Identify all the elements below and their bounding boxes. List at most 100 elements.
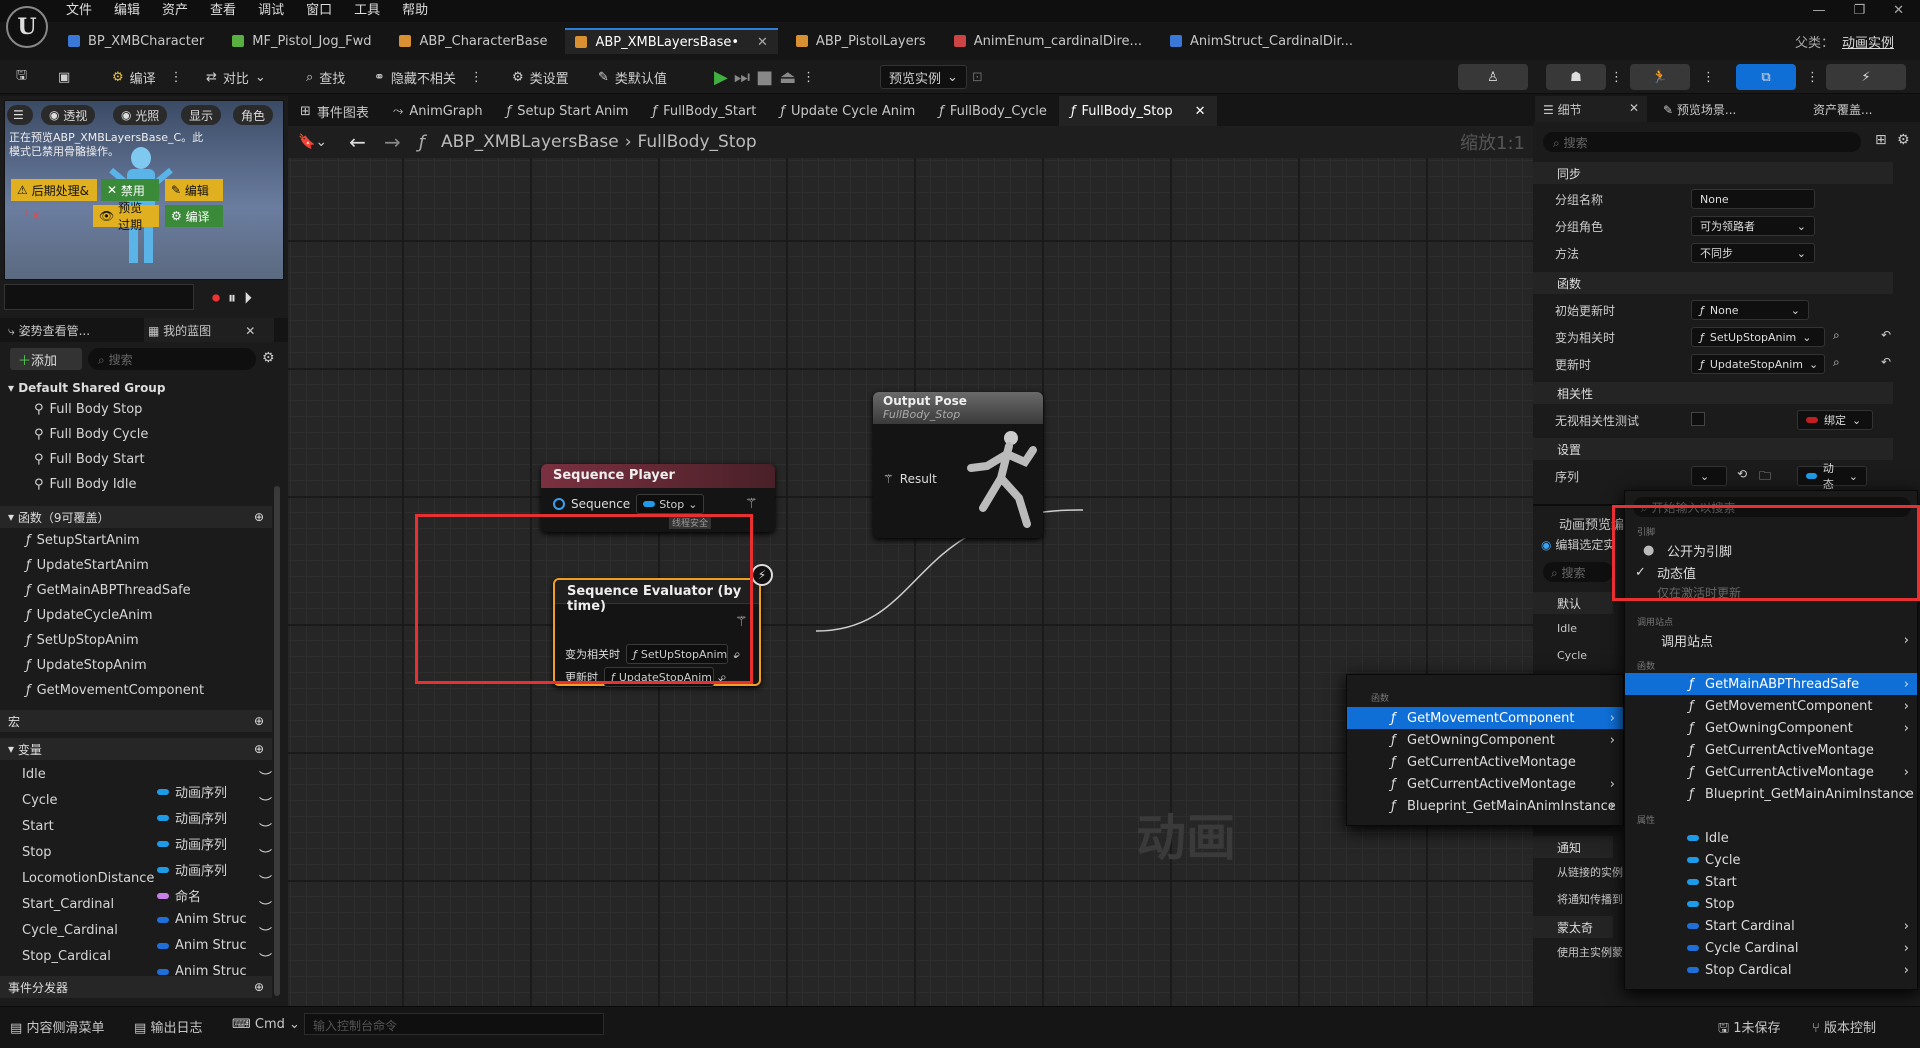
visibility-eye-icon[interactable]: ︶ bbox=[259, 793, 272, 812]
menu-item-getcurrentactivemontage[interactable]: ƒ GetCurrentActiveMontage bbox=[1347, 751, 1623, 773]
become-relevant-dropdown[interactable]: ƒ SetUpStopAnim ⌄ bbox=[1691, 327, 1825, 347]
variables-header[interactable]: ▾ 变量 ⊕ bbox=[0, 738, 272, 760]
variable-row[interactable]: Start 动画序列 ︶ bbox=[22, 819, 272, 853]
menu-file[interactable]: 文件 bbox=[66, 0, 92, 22]
add-macro-icon[interactable]: ⊕ bbox=[254, 714, 264, 728]
tab-update-cycle-anim[interactable]: ƒ Update Cycle Anim bbox=[768, 96, 927, 126]
find-button[interactable]: ⌕ 查找 bbox=[306, 65, 345, 89]
menu-debug[interactable]: 调试 bbox=[258, 0, 284, 22]
back-arrow-icon[interactable]: ← bbox=[349, 130, 366, 154]
add-dispatcher-icon[interactable]: ⊕ bbox=[254, 980, 264, 994]
function-item[interactable]: ƒ UpdateStopAnim bbox=[26, 658, 147, 673]
perspective-button[interactable]: ◉ 透视 bbox=[41, 105, 96, 125]
breadcrumb-root[interactable]: ABP_XMBLayersBase bbox=[441, 132, 619, 152]
timeline-bar[interactable] bbox=[4, 284, 194, 310]
unsaved-indicator[interactable]: 🖫 1未保存 bbox=[1718, 1017, 1781, 1041]
sequence-dropdown[interactable]: Stop ⌄ bbox=[636, 494, 705, 514]
pose-pin-icon[interactable]: ⚚ bbox=[745, 496, 758, 512]
variable-row[interactable]: Cycle_Cardinal Anim Struc ︶ bbox=[22, 923, 272, 953]
cmd-dropdown[interactable]: ⌨ Cmd ⌄ bbox=[232, 1017, 300, 1032]
menu-item-prop[interactable]: Idle bbox=[1625, 827, 1917, 849]
category-sync[interactable]: 同步 bbox=[1533, 162, 1893, 184]
tab-animgraph[interactable]: ⤳ AnimGraph bbox=[381, 96, 495, 126]
function-item[interactable]: ƒ UpdateCycleAnim bbox=[26, 608, 153, 623]
visibility-eye-icon[interactable]: ︶ bbox=[259, 897, 272, 916]
category-relevance[interactable]: 相关性 bbox=[1533, 382, 1893, 404]
function-item[interactable]: ƒ UpdateStartAnim bbox=[26, 558, 149, 573]
output-pose-node[interactable]: Output Pose FullBody_Stop ⚚ Result bbox=[873, 392, 1043, 538]
graph-item[interactable]: ⚲ Full Body Cycle bbox=[34, 427, 148, 442]
call-site-item[interactable]: 调用站点 › bbox=[1625, 629, 1917, 651]
step-forward-icon[interactable]: ⏵ bbox=[244, 288, 252, 308]
viewport-compile-button[interactable]: ⚙ 编译 bbox=[165, 205, 223, 227]
menu-item-getcurrentactivemontage[interactable]: ƒ GetCurrentActiveMontage › bbox=[1347, 773, 1623, 795]
save-icon[interactable]: 🖫 bbox=[16, 65, 27, 89]
diff-button[interactable]: ⇄ 对比 ⌄ bbox=[206, 65, 266, 89]
menu-item-getmovementcomponent[interactable]: ƒ GetMovementComponent › bbox=[1347, 707, 1623, 729]
close-icon[interactable]: ✕ bbox=[1893, 0, 1904, 22]
menu-item-getowningcomponent[interactable]: ƒ GetOwningComponent › bbox=[1625, 717, 1917, 739]
reset-arrow-icon[interactable]: ↶ bbox=[1881, 328, 1891, 342]
visibility-eye-icon[interactable]: ︶ bbox=[259, 871, 272, 890]
graph-item[interactable]: ⚲ Full Body Stop bbox=[34, 402, 142, 417]
preview-viewport[interactable]: ☰ ◉ 透视 ◉ 光照 显示 角色 正在预览ABP_XMBLayersBase_… bbox=[4, 100, 284, 280]
menu-asset[interactable]: 资产 bbox=[162, 0, 188, 22]
tab-abp-pistollayers[interactable]: ABP_PistolLayers bbox=[786, 28, 936, 54]
ignore-relevance-checkbox[interactable] bbox=[1691, 412, 1705, 426]
sequence-pin[interactable]: Sequence Stop ⌄ bbox=[553, 494, 705, 514]
physics-mode-button[interactable]: ⚡ bbox=[1826, 64, 1906, 90]
variable-row[interactable]: Idle 动画序列 ︶ bbox=[22, 767, 272, 801]
update-dropdown[interactable]: ƒ UpdateStopAnim ⌄ bbox=[1691, 354, 1825, 374]
menu-item-prop[interactable]: Start bbox=[1625, 871, 1917, 893]
preview-instance-dropdown[interactable]: 预览实例 ⌄ bbox=[880, 65, 967, 89]
character-button[interactable]: 角色 bbox=[233, 105, 274, 125]
disable-button[interactable]: ✕ 禁用 bbox=[101, 179, 159, 201]
settings-icon[interactable]: ⚙ bbox=[262, 350, 275, 366]
visibility-eye-icon[interactable]: ︶ bbox=[259, 819, 272, 838]
add-function-icon[interactable]: ⊕ bbox=[254, 510, 264, 524]
edit-button[interactable]: ✎ 编辑 bbox=[165, 179, 223, 201]
category-functions[interactable]: 函数 bbox=[1533, 272, 1893, 294]
variable-row[interactable]: Stop 动画序列 ︶ bbox=[22, 845, 272, 879]
output-log-button[interactable]: ▤ 输出日志 bbox=[134, 1017, 202, 1036]
variable-row[interactable]: LocomotionDistance 命名 ︶ bbox=[22, 871, 272, 905]
menu-item-getcurrentactivemontage[interactable]: ƒ GetCurrentActiveMontage bbox=[1625, 739, 1917, 761]
event-dispatchers-header[interactable]: 事件分发器 ⊕ bbox=[0, 976, 272, 998]
sync-role-dropdown[interactable]: 可为领路者 ⌄ bbox=[1691, 216, 1815, 236]
details-search-input[interactable]: ⌕ 搜索 bbox=[1543, 132, 1861, 152]
variable-row[interactable]: Cycle 动画序列 ︶ bbox=[22, 793, 272, 827]
function-item[interactable]: ƒ GetMovementComponent bbox=[26, 683, 204, 698]
tab-preview-scene[interactable]: ✎ 预览场景... bbox=[1663, 101, 1736, 118]
tab-mf-pistol-jog[interactable]: MF_Pistol_Jog_Fwd bbox=[222, 28, 381, 54]
menu-item-getmainaniminstance[interactable]: ƒ Blueprint_GetMainAnimInstance › bbox=[1625, 783, 1917, 805]
table-view-icon[interactable]: ⊞ bbox=[1875, 132, 1887, 148]
tab-asset-override[interactable]: 资产覆盖... bbox=[1813, 101, 1872, 118]
dynamic-dropdown[interactable]: 动态 ⌄ bbox=[1797, 462, 1867, 491]
play-icon[interactable]: ▶ bbox=[714, 67, 728, 88]
eject-icon[interactable]: ⏏ bbox=[779, 67, 796, 88]
left-scrollbar[interactable] bbox=[274, 486, 280, 996]
graph-item[interactable]: ⚲ Full Body Start bbox=[34, 452, 145, 467]
tab-close-icon[interactable]: ✕ bbox=[757, 35, 768, 50]
reset-arrow-icon[interactable]: ↶ bbox=[1881, 355, 1891, 369]
visibility-eye-icon[interactable]: ︶ bbox=[259, 767, 272, 786]
visibility-eye-icon[interactable]: ︶ bbox=[259, 845, 272, 864]
menu-edit[interactable]: 编辑 bbox=[114, 0, 140, 22]
menu-view[interactable]: 查看 bbox=[210, 0, 236, 22]
function-item[interactable]: ƒ GetMainABPThreadSafe bbox=[26, 583, 191, 598]
restore-icon[interactable]: ❐ bbox=[1853, 0, 1865, 22]
result-pin[interactable]: ⚚ Result bbox=[883, 472, 937, 486]
bind-dropdown[interactable]: 绑定 ⌄ bbox=[1797, 410, 1873, 430]
tab-details[interactable]: ☰ 细节 ✕ bbox=[1535, 96, 1647, 122]
breadcrumb-leaf[interactable]: FullBody_Stop bbox=[638, 132, 757, 152]
default-group-header[interactable]: ▾ Default Shared Group bbox=[8, 381, 165, 395]
macros-header[interactable]: 宏 ⊕ bbox=[0, 710, 272, 732]
tab-fullbody-start[interactable]: ƒ FullBody_Start bbox=[640, 96, 768, 126]
menu-item-prop[interactable]: Stop bbox=[1625, 893, 1917, 915]
edit-preset-radio[interactable]: ◉ 编辑选定实 bbox=[1541, 536, 1615, 553]
visibility-eye-icon[interactable]: ︶ bbox=[259, 923, 272, 942]
skeleton-mode-button[interactable]: ♙ bbox=[1458, 64, 1528, 90]
preview-search-input[interactable]: ⌕ 搜索 bbox=[1543, 562, 1613, 582]
function-item[interactable]: ƒ SetupStartAnim bbox=[26, 533, 140, 548]
step-icon[interactable]: ⏭ bbox=[734, 67, 750, 88]
